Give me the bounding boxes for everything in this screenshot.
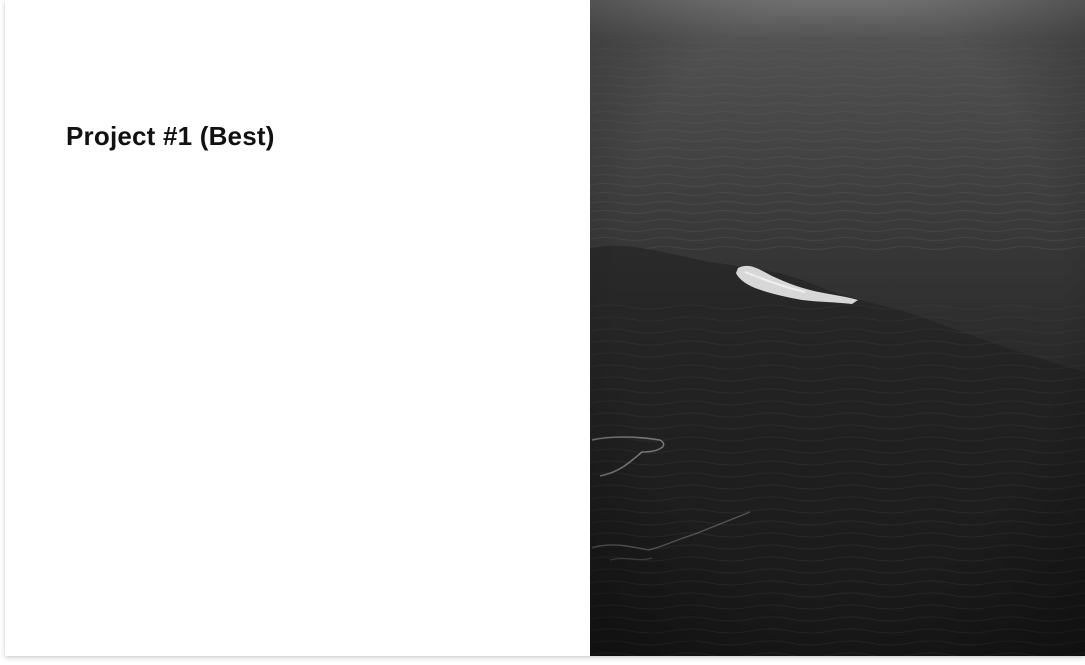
page: Project #1 (Best) bbox=[0, 0, 1085, 665]
ocean-wave-image bbox=[590, 0, 1085, 656]
image-vignette bbox=[590, 0, 1085, 656]
ocean-wave-photo bbox=[590, 0, 1085, 656]
project-title[interactable]: Project #1 (Best) bbox=[66, 121, 275, 152]
project-card[interactable]: Project #1 (Best) bbox=[5, 0, 1085, 656]
project-card-text-panel: Project #1 (Best) bbox=[5, 0, 590, 656]
